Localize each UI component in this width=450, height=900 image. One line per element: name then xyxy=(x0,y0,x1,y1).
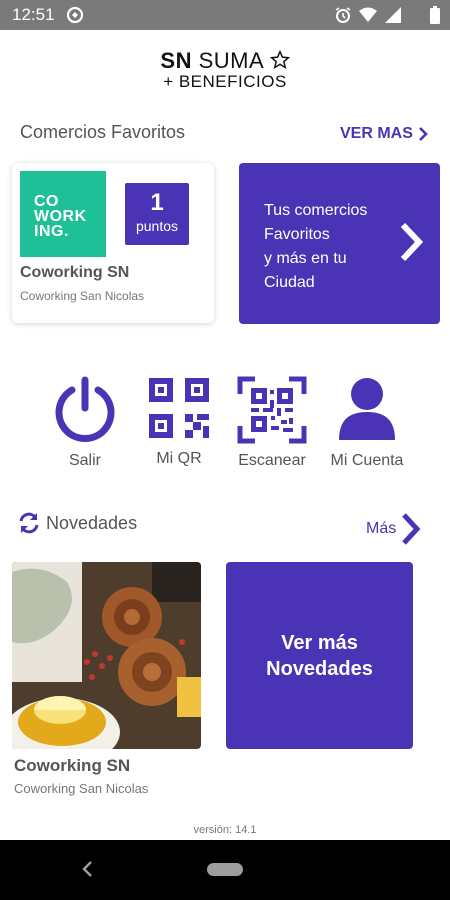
logout-label: Salir xyxy=(68,452,101,469)
coworking-logo: CO WORK ING. xyxy=(20,171,106,257)
my-account-button[interactable]: Mi Cuenta xyxy=(322,376,412,470)
favorites-more-link[interactable]: VER MAS xyxy=(340,125,429,143)
scan-button[interactable]: Escanear xyxy=(227,376,317,470)
signal-icon xyxy=(384,6,402,29)
star-icon xyxy=(269,49,290,70)
status-bar: 12:51 xyxy=(0,0,450,30)
version-text: versión: 14.1 xyxy=(193,824,257,836)
favorites-more-label: VER MAS xyxy=(340,125,413,142)
points-value: 1 xyxy=(150,189,164,216)
home-pill-button[interactable] xyxy=(207,863,243,876)
more-news-line1: Ver más xyxy=(281,632,358,654)
chevron-right-icon xyxy=(402,513,421,545)
shop-subtitle: Coworking San Nicolas xyxy=(20,289,145,303)
chevron-right-icon xyxy=(418,127,428,141)
qr-code-icon xyxy=(149,378,209,438)
news-more-label: Más xyxy=(366,520,397,537)
data-saver-icon xyxy=(66,6,84,29)
news-image[interactable] xyxy=(12,562,201,749)
points-label: puntos xyxy=(135,218,179,234)
chevron-right-icon xyxy=(398,221,424,268)
wifi-icon xyxy=(358,6,378,29)
news-shop-name: Coworking SN xyxy=(14,756,131,775)
favorites-promo-button[interactable]: Tus comercios Favoritos y más en tu Ciud… xyxy=(239,163,440,324)
back-icon[interactable] xyxy=(80,860,94,883)
more-news-line2: Novedades xyxy=(266,658,373,680)
more-news-button[interactable]: Ver más Novedades xyxy=(226,562,413,749)
logout-button[interactable]: Salir xyxy=(40,376,130,470)
news-more-link[interactable]: Más xyxy=(366,512,422,546)
scan-qr-icon xyxy=(237,376,307,444)
navigation-bar xyxy=(0,840,450,900)
logo-subtitle: + BENEFICIOS xyxy=(163,72,287,91)
logo-title: SN SUMA xyxy=(0,48,450,74)
news-shop-subtitle: Coworking San Nicolas xyxy=(14,781,149,796)
my-account-label: Mi Cuenta xyxy=(330,452,404,469)
scan-label: Escanear xyxy=(238,452,306,469)
refresh-icon[interactable] xyxy=(18,512,40,539)
news-title: Novedades xyxy=(46,513,138,533)
my-qr-button[interactable]: Mi QR xyxy=(134,376,224,468)
user-icon xyxy=(339,378,395,440)
favorites-title: Comercios Favoritos xyxy=(20,122,186,142)
app-logo: SN SUMA + BENEFICIOS xyxy=(0,48,450,92)
points-badge: 1 puntos xyxy=(125,183,189,245)
shop-name: Coworking SN xyxy=(20,264,130,281)
status-time: 12:51 xyxy=(12,5,55,24)
promo-text: Tus comercios Favoritos y más en tu Ciud… xyxy=(264,202,368,291)
favorite-shop-card[interactable]: CO WORK ING. 1 puntos Coworking SN Cowor… xyxy=(12,163,214,323)
alarm-icon xyxy=(334,6,352,29)
my-qr-label: Mi QR xyxy=(156,450,202,467)
power-icon xyxy=(55,376,115,442)
battery-icon xyxy=(430,6,440,29)
